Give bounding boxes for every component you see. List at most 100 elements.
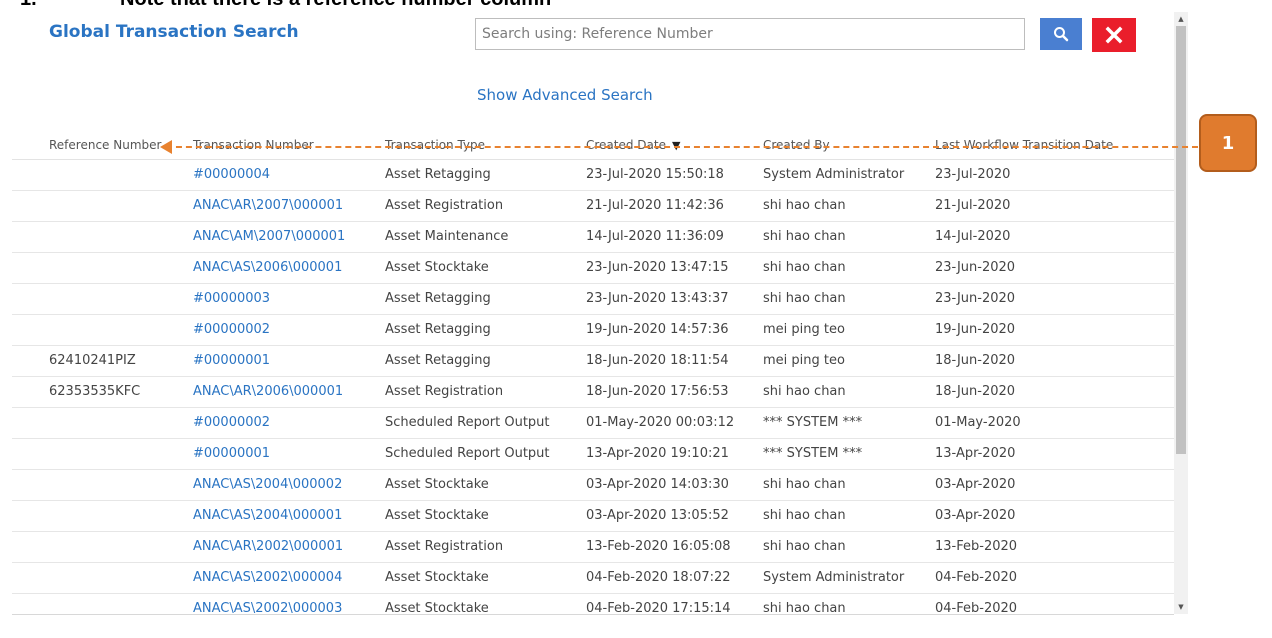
cell-transaction-number-link[interactable]: ANAC\AR\2007\000001 [193,198,343,213]
cell-created-date: 18-Jun-2020 18:11:54 [586,353,729,368]
cell-created-by: shi hao chan [763,508,846,523]
cell-last-transition-date: 04-Feb-2020 [935,570,1018,585]
vertical-scrollbar[interactable]: ▲ ▼ [1174,12,1188,614]
cell-transaction-number-link[interactable]: #00000002 [193,322,270,337]
column-header-transaction-number[interactable]: Transaction Number [193,138,314,152]
cell-created-date: 13-Feb-2020 16:05:08 [586,539,731,554]
search-button[interactable] [1040,18,1082,50]
cell-transaction-type: Asset Registration [385,384,504,399]
cell-created-by: shi hao chan [763,477,846,492]
cell-transaction-type: Asset Registration [385,539,504,554]
cell-created-by: *** SYSTEM *** [763,415,863,430]
close-x-icon [1105,26,1123,44]
magnifier-icon [1054,27,1069,42]
cell-last-transition-date: 23-Jul-2020 [935,167,1011,182]
cell-created-by: mei ping teo [763,322,845,337]
cell-created-date: 21-Jul-2020 11:42:36 [586,198,724,213]
cell-transaction-type: Asset Stocktake [385,601,489,615]
table-row: ANAC\AS\2002\000003 Asset Stocktake 04-F… [12,594,1174,615]
cell-transaction-number-link[interactable]: ANAC\AS\2004\000002 [193,477,342,492]
cell-created-date: 04-Feb-2020 18:07:22 [586,570,731,585]
cell-created-by: shi hao chan [763,539,846,554]
cell-created-date: 14-Jul-2020 11:36:09 [586,229,724,244]
cell-transaction-number-link[interactable]: ANAC\AR\2006\000001 [193,384,343,399]
cell-last-transition-date: 03-Apr-2020 [935,477,1016,492]
table-row: #00000001 Scheduled Report Output 13-Apr… [12,439,1174,470]
cell-created-by: shi hao chan [763,601,846,615]
cell-last-transition-date: 13-Feb-2020 [935,539,1018,554]
show-advanced-search-link[interactable]: Show Advanced Search [477,86,653,104]
cell-transaction-number-link[interactable]: ANAC\AS\2006\000001 [193,260,342,275]
cell-created-by: shi hao chan [763,291,846,306]
cell-transaction-type: Asset Maintenance [385,229,509,244]
cell-transaction-type: Asset Retagging [385,167,491,182]
cell-transaction-number-link[interactable]: #00000001 [193,446,270,461]
column-header-created-date[interactable]: Created Date ▼ [586,138,680,152]
cell-transaction-number-link[interactable]: #00000004 [193,167,270,182]
scrollbar-thumb[interactable] [1176,26,1186,454]
cell-created-date: 03-Apr-2020 13:05:52 [586,508,729,523]
cell-last-transition-date: 21-Jul-2020 [935,198,1011,213]
cell-reference-number: 62410241PIZ [49,353,136,368]
search-input[interactable] [475,18,1025,50]
cell-created-date: 01-May-2020 00:03:12 [586,415,735,430]
cell-transaction-type: Asset Registration [385,198,504,213]
cell-transaction-number-link[interactable]: #00000002 [193,415,270,430]
cell-last-transition-date: 18-Jun-2020 [935,353,1016,368]
page-title: Global Transaction Search [49,22,299,42]
cell-last-transition-date: 04-Feb-2020 [935,601,1018,615]
cell-transaction-type: Asset Retagging [385,353,491,368]
cell-transaction-number-link[interactable]: ANAC\AS\2002\000004 [193,570,342,585]
cell-created-date: 03-Apr-2020 14:03:30 [586,477,729,492]
cell-transaction-number-link[interactable]: #00000003 [193,291,270,306]
table-row: ANAC\AM\2007\000001 Asset Maintenance 14… [12,222,1174,253]
table-row: #00000002 Asset Retagging 19-Jun-2020 14… [12,315,1174,346]
annotation-badge: 1 [1199,114,1257,172]
scroll-up-arrow-icon[interactable]: ▲ [1174,12,1188,26]
table-row: ANAC\AS\2004\000001 Asset Stocktake 03-A… [12,501,1174,532]
column-header-transaction-type[interactable]: Transaction Type [385,138,485,152]
cell-transaction-type: Asset Stocktake [385,508,489,523]
cell-transaction-type: Asset Stocktake [385,570,489,585]
cell-transaction-type: Asset Stocktake [385,477,489,492]
cell-transaction-number-link[interactable]: #00000001 [193,353,270,368]
cell-created-by: shi hao chan [763,198,846,213]
table-row: 62410241PIZ #00000001 Asset Retagging 18… [12,346,1174,377]
cell-transaction-number-link[interactable]: ANAC\AS\2004\000001 [193,508,342,523]
step-text: Note that there is a reference number co… [120,0,551,11]
table-row: #00000004 Asset Retagging 23-Jul-2020 15… [12,160,1174,191]
cell-created-by: System Administrator [763,167,905,182]
cell-created-by: mei ping teo [763,353,845,368]
column-header-last-workflow-transition-date[interactable]: Last Workflow Transition Date [935,138,1113,152]
column-header-reference-number[interactable]: Reference Number [49,138,161,152]
cell-last-transition-date: 14-Jul-2020 [935,229,1011,244]
cell-transaction-number-link[interactable]: ANAC\AR\2002\000001 [193,539,343,554]
step-number: 1. [20,0,37,11]
cell-created-by: shi hao chan [763,229,846,244]
cell-transaction-number-link[interactable]: ANAC\AM\2007\000001 [193,229,345,244]
table-row: ANAC\AS\2004\000002 Asset Stocktake 03-A… [12,470,1174,501]
cell-last-transition-date: 03-Apr-2020 [935,508,1016,523]
cell-created-date: 23-Jun-2020 13:43:37 [586,291,729,306]
table-row: #00000003 Asset Retagging 23-Jun-2020 13… [12,284,1174,315]
cell-created-by: shi hao chan [763,260,846,275]
cell-last-transition-date: 13-Apr-2020 [935,446,1016,461]
table-row: ANAC\AS\2002\000004 Asset Stocktake 04-F… [12,563,1174,594]
document-step-heading: 1. Note that there is a reference number… [0,0,900,12]
cell-transaction-number-link[interactable]: ANAC\AS\2002\000003 [193,601,342,614]
cell-created-date: 23-Jul-2020 15:50:18 [586,167,724,182]
table-row: ANAC\AS\2006\000001 Asset Stocktake 23-J… [12,253,1174,284]
cell-last-transition-date: 23-Jun-2020 [935,291,1016,306]
column-header-created-by[interactable]: Created By [763,138,830,152]
cell-last-transition-date: 23-Jun-2020 [935,260,1016,275]
cell-created-date: 18-Jun-2020 17:56:53 [586,384,729,399]
table-row: ANAC\AR\2007\000001 Asset Registration 2… [12,191,1174,222]
cell-last-transition-date: 18-Jun-2020 [935,384,1016,399]
cell-created-by: shi hao chan [763,384,846,399]
cell-created-date: 19-Jun-2020 14:57:36 [586,322,729,337]
cell-last-transition-date: 01-May-2020 [935,415,1021,430]
scroll-down-arrow-icon[interactable]: ▼ [1174,600,1188,614]
cell-created-date: 04-Feb-2020 17:15:14 [586,601,731,615]
clear-search-button[interactable] [1092,18,1136,52]
cell-created-by: *** SYSTEM *** [763,446,863,461]
